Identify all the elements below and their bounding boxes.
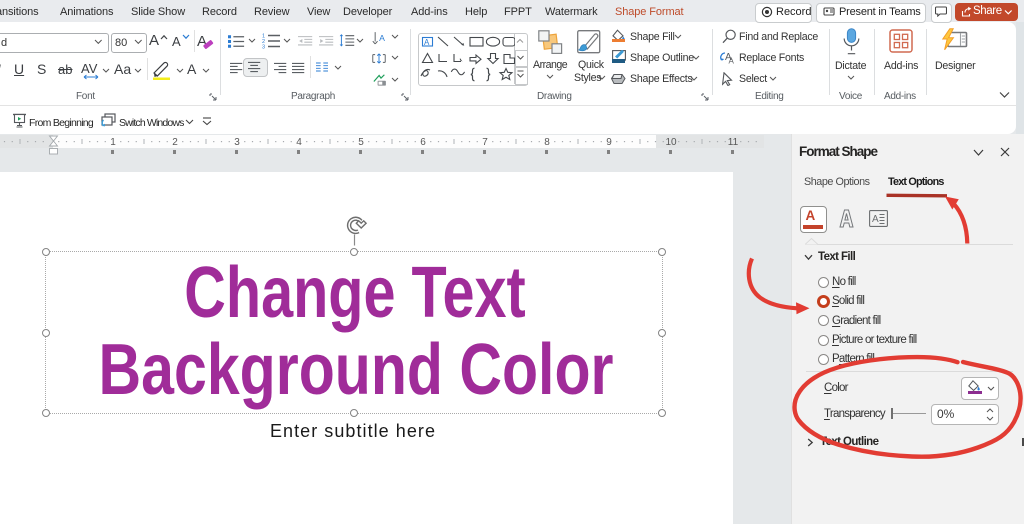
- svg-text:9: 9: [606, 137, 612, 148]
- svg-text:A: A: [379, 33, 385, 43]
- svg-text:4: 4: [296, 137, 302, 148]
- svg-text:A: A: [729, 57, 735, 65]
- svg-text:A: A: [424, 38, 430, 47]
- svg-text:6: 6: [420, 137, 426, 148]
- svg-text:8: 8: [544, 137, 550, 148]
- svg-text:5: 5: [358, 137, 364, 148]
- svg-text:1: 1: [110, 137, 116, 148]
- svg-text:10: 10: [665, 137, 677, 148]
- svg-text:7: 7: [482, 137, 488, 148]
- svg-text:A: A: [872, 214, 879, 225]
- svg-text:2: 2: [172, 137, 178, 148]
- svg-text:3: 3: [262, 45, 265, 50]
- svg-text:3: 3: [234, 137, 240, 148]
- svg-text:11: 11: [728, 137, 739, 148]
